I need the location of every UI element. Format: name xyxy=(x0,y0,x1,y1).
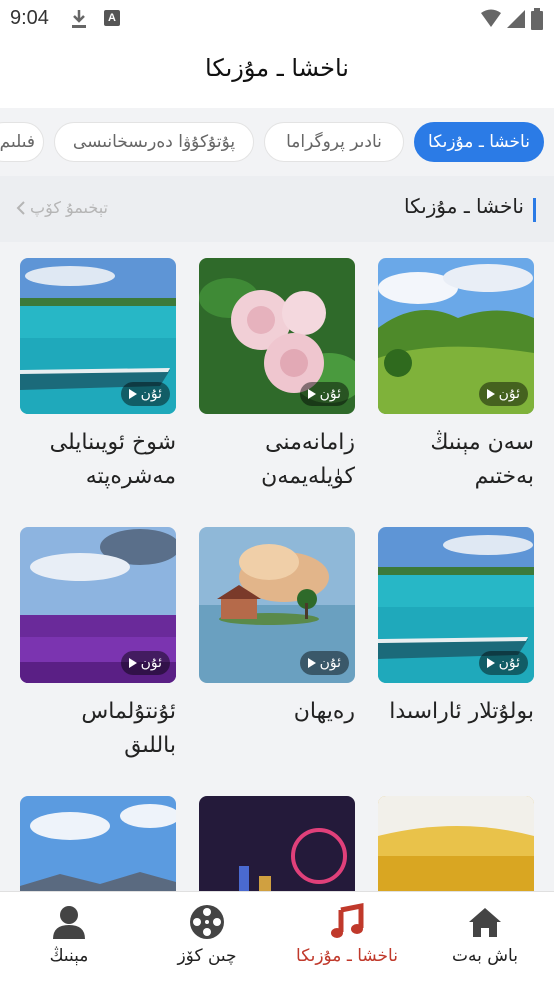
user-icon xyxy=(53,906,85,939)
play-badge: ئۇن xyxy=(120,382,170,406)
card-thumbnail: ئۇن xyxy=(20,258,176,414)
badge-label: ئۇن xyxy=(319,655,341,671)
wifi-icon xyxy=(481,9,501,27)
section-accent-bar xyxy=(533,198,536,222)
media-card[interactable] xyxy=(20,796,176,892)
card-title: سەن مېنىڭ بەختىم xyxy=(430,430,534,489)
badge-label: ئۇن xyxy=(140,655,162,671)
category-tabs: ناخشا ـ مۇزىكا نادىر پروگراما پۇتۇكۇۋا د… xyxy=(0,108,554,176)
card-thumbnail xyxy=(199,796,355,892)
play-icon xyxy=(486,389,495,399)
media-card[interactable]: ئۇن بولۇتلار ئاراسىدا xyxy=(378,527,534,729)
card-thumbnail: ئۇن xyxy=(378,527,534,683)
status-bar: 9:04 A xyxy=(0,0,554,38)
card-title: زامانەمنى كۈيلەيمەن xyxy=(261,430,355,489)
card-thumbnail xyxy=(378,796,534,892)
music-note-icon xyxy=(331,902,364,938)
media-card[interactable]: ئۇن ئۇنتۇلماس باللىق xyxy=(20,527,176,763)
tab-music[interactable]: ناخشا ـ مۇزىكا xyxy=(414,122,544,162)
media-card[interactable] xyxy=(199,796,355,892)
play-badge: ئۇن xyxy=(299,651,349,675)
media-card[interactable]: ئۇن شوخ ئويىنايلى مەشرەپتە xyxy=(20,258,176,494)
nav-film-label: چىن كۆز xyxy=(177,946,237,966)
badge-label: ئۇن xyxy=(498,386,520,402)
nav-home-label: باش بەت xyxy=(452,946,518,966)
card-thumbnail: ئۇن xyxy=(20,527,176,683)
badge-label: ئۇن xyxy=(140,386,162,402)
play-icon xyxy=(307,389,316,399)
play-badge: ئۇن xyxy=(120,651,170,675)
card-thumbnail: ئۇن xyxy=(378,258,534,414)
play-icon xyxy=(128,658,137,668)
play-icon xyxy=(307,658,316,668)
nav-music-label: ناخشا ـ مۇزىكا xyxy=(296,946,398,966)
card-thumbnail: ئۇن xyxy=(199,258,355,414)
media-card[interactable]: ئۇن رەيھان xyxy=(199,527,355,729)
card-title: بولۇتلار ئاراسىدا xyxy=(389,699,534,724)
media-card[interactable] xyxy=(378,796,534,892)
bottom-nav: باش بەت ناخشا ـ مۇزىكا چىن كۆز مېنىڭ xyxy=(0,891,554,984)
play-icon xyxy=(486,658,495,668)
music-grid: ئۇن سەن مېنىڭ بەختىم ئۇن زامانەمنى كۈيلە… xyxy=(0,242,554,892)
home-icon xyxy=(469,908,501,937)
card-thumbnail: ئۇن xyxy=(199,527,355,683)
notification-a-icon: A xyxy=(104,10,120,26)
card-title: رەيھان xyxy=(293,699,355,724)
media-card[interactable]: ئۇن سەن مېنىڭ بەختىم xyxy=(378,258,534,494)
app-header: ناخشا ـ مۇزىكا xyxy=(0,38,554,108)
nav-profile[interactable]: مېنىڭ xyxy=(14,902,124,966)
nav-home[interactable]: باش بەت xyxy=(430,902,540,966)
nav-film[interactable]: چىن كۆز xyxy=(152,902,262,966)
card-thumbnail xyxy=(20,796,176,892)
more-link[interactable]: تېخىمۇ كۆپ xyxy=(16,198,108,217)
badge-label: ئۇن xyxy=(498,655,520,671)
media-card[interactable]: ئۇن زامانەمنى كۈيلەيمەن xyxy=(199,258,355,494)
card-title: شوخ ئويىنايلى مەشرەپتە xyxy=(49,430,176,489)
nav-music[interactable]: ناخشا ـ مۇزىكا xyxy=(292,902,402,966)
play-badge: ئۇن xyxy=(299,382,349,406)
section-header: ناخشا ـ مۇزىكا تېخىمۇ كۆپ xyxy=(0,176,554,242)
tab-classroom[interactable]: پۇتۇكۇۋا دەرىسخانىسى xyxy=(54,122,254,162)
battery-icon xyxy=(531,8,543,30)
signal-icon xyxy=(507,10,525,28)
page-title: ناخشا ـ مۇزىكا xyxy=(205,54,349,82)
tab-film[interactable]: فىلىم xyxy=(0,122,44,162)
card-title: ئۇنتۇلماس باللىق xyxy=(81,699,176,758)
more-link-label: تېخىمۇ كۆپ xyxy=(30,198,108,217)
badge-label: ئۇن xyxy=(319,386,341,402)
nav-profile-label: مېنىڭ xyxy=(49,946,89,966)
chevron-left-icon xyxy=(16,200,25,215)
download-icon xyxy=(72,10,86,28)
status-time: 9:04 xyxy=(10,7,49,29)
play-badge: ئۇن xyxy=(478,382,528,406)
tab-programs[interactable]: نادىر پروگراما xyxy=(264,122,404,162)
play-badge: ئۇن xyxy=(478,651,528,675)
play-icon xyxy=(128,389,137,399)
section-title: ناخشا ـ مۇزىكا xyxy=(404,194,524,218)
film-reel-icon xyxy=(190,905,224,939)
